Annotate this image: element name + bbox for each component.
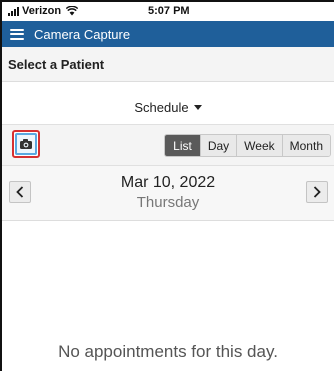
current-weekday: Thursday bbox=[136, 194, 200, 211]
view-list-button[interactable]: List bbox=[165, 135, 200, 156]
status-left: Verizon bbox=[8, 5, 79, 17]
schedule-dropdown-label: Schedule bbox=[134, 99, 189, 115]
view-month-button[interactable]: Month bbox=[281, 135, 330, 156]
view-week-button[interactable]: Week bbox=[236, 135, 282, 156]
current-date: Mar 10, 2022 bbox=[120, 174, 216, 191]
camera-button[interactable] bbox=[12, 130, 40, 158]
select-patient-bar[interactable]: Select a Patient bbox=[2, 47, 334, 82]
status-bar: Verizon 5:07 PM bbox=[2, 2, 334, 21]
app-title: Camera Capture bbox=[34, 26, 131, 42]
camera-icon bbox=[20, 139, 32, 149]
chevron-right-icon bbox=[313, 186, 321, 198]
carrier-name: Verizon bbox=[22, 5, 62, 17]
calendar-toolbar: List Day Week Month bbox=[2, 124, 334, 166]
status-time: 5:07 PM bbox=[148, 5, 190, 17]
schedule-dropdown[interactable]: Schedule bbox=[134, 99, 202, 115]
select-patient-label: Select a Patient bbox=[8, 56, 105, 72]
app-frame: Verizon 5:07 PM Camera Capture Select a … bbox=[0, 0, 334, 371]
signal-bars-icon bbox=[8, 6, 19, 16]
camera-button-inner bbox=[15, 133, 37, 155]
caret-down-icon bbox=[193, 104, 202, 110]
view-switcher: List Day Week Month bbox=[164, 134, 331, 157]
app-header: Camera Capture bbox=[2, 21, 334, 47]
hamburger-menu-icon[interactable] bbox=[10, 28, 24, 40]
date-navigator: Mar 10, 2022 Thursday bbox=[2, 166, 334, 221]
wifi-icon bbox=[66, 6, 79, 16]
view-day-button[interactable]: Day bbox=[199, 135, 237, 156]
empty-appointments-message: No appointments for this day. bbox=[58, 342, 278, 361]
next-day-button[interactable] bbox=[306, 181, 328, 203]
schedule-row: Schedule bbox=[2, 96, 334, 118]
